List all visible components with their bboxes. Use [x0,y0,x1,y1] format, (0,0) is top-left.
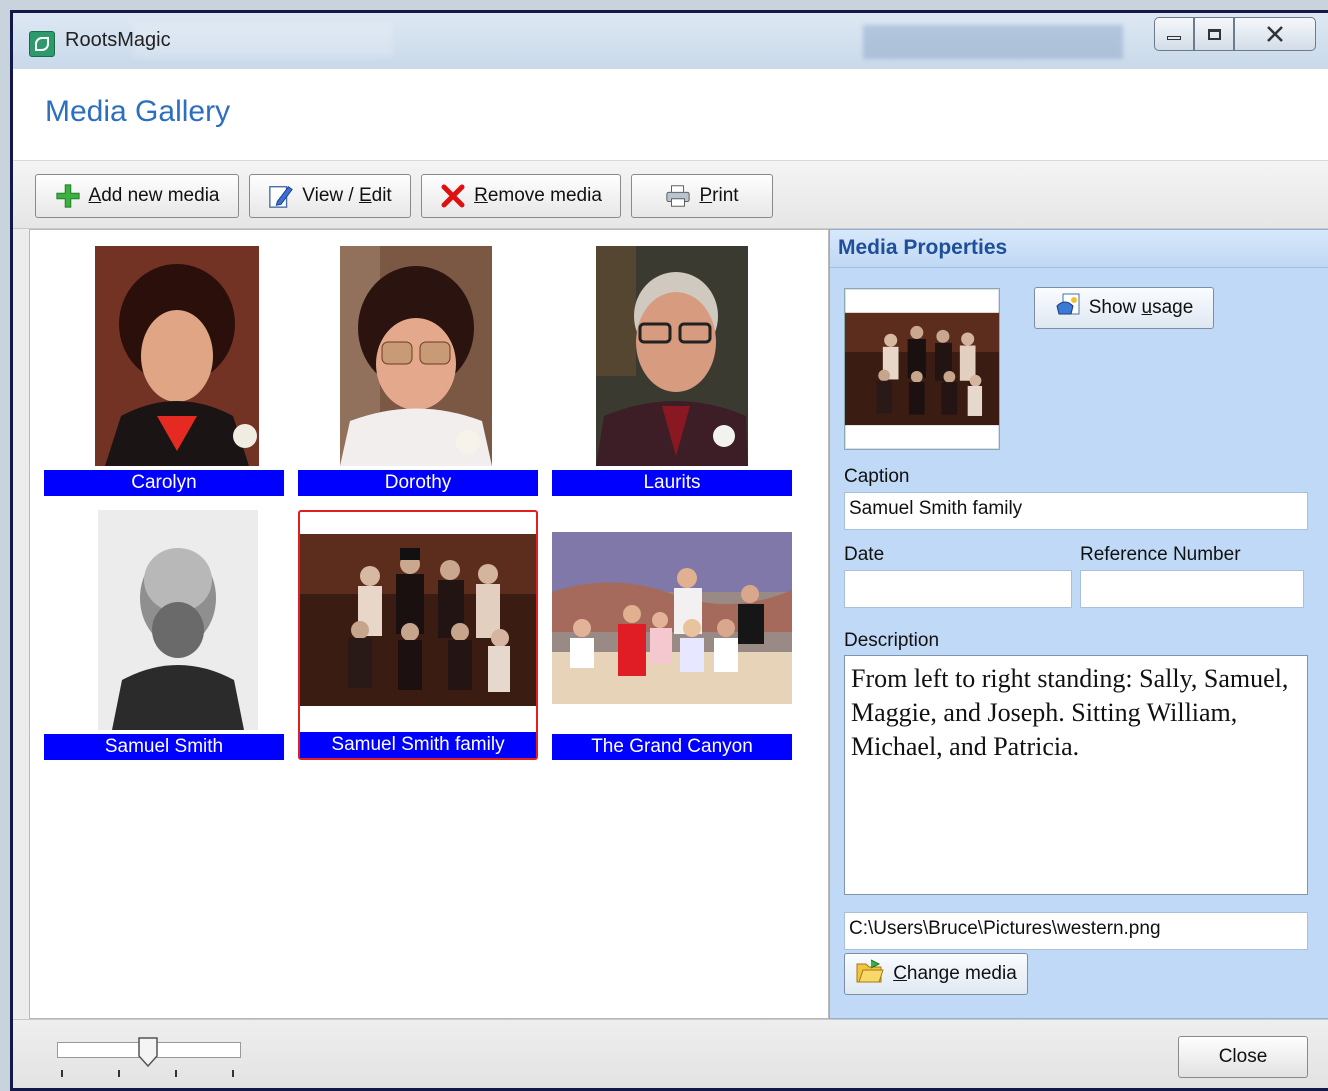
media-caption: Dorothy [298,470,538,496]
media-properties-header: Media Properties [830,230,1328,268]
description-label: Description [844,630,940,651]
photo-portrait [98,510,258,730]
edit-pencil-icon [268,183,294,209]
app-title: RootsMagic [65,29,171,51]
reference-number-label: Reference Number [1080,544,1241,565]
caption-label: Caption [844,466,910,487]
media-caption: Carolyn [44,470,284,496]
folder-open-icon [855,958,885,990]
remove-media-button[interactable]: Remove media [421,174,621,218]
window-controls [1154,17,1316,51]
zoom-slider-ticks [61,1070,241,1078]
reference-number-input[interactable] [1080,570,1304,608]
slider-thumb-icon [138,1037,158,1068]
title-bar[interactable]: RootsMagic [13,13,1328,69]
photo-landscape [552,532,792,704]
rootsmagic-app-icon [29,31,55,57]
media-caption: Samuel Smith [44,734,284,760]
change-media-label: Change media [893,963,1017,984]
maximize-icon [1207,28,1221,40]
media-thumbnail[interactable]: Laurits [552,246,792,496]
media-properties-title: Media Properties [838,236,1008,259]
show-usage-icon [1055,292,1081,324]
close-window-button[interactable] [1234,17,1316,51]
media-thumbnail[interactable]: Carolyn [44,246,284,496]
add-new-media-label: Add new media [88,185,220,206]
media-gallery[interactable]: Carolyn Dorothy Laurits Samuel Smith Sam… [29,229,829,1019]
red-x-icon [440,183,466,209]
date-label: Date [844,544,885,565]
plus-icon [55,183,81,209]
close-button[interactable]: Close [1178,1036,1308,1078]
photo-portrait [95,246,259,466]
file-path-input[interactable]: C:\Users\Bruce\Pictures\western.png [844,912,1308,950]
view-edit-label: View / Edit [302,185,392,206]
title-background-ghost [863,25,1123,59]
show-usage-button[interactable]: Show usage [1034,287,1214,329]
toolbar: Add new media View / Edit Remove media P… [13,161,1328,229]
date-input[interactable] [844,570,1072,608]
add-new-media-button[interactable]: Add new media [35,174,239,218]
photo-portrait [340,246,492,466]
printer-icon [665,183,691,209]
show-usage-label: Show usage [1088,297,1194,318]
print-button[interactable]: Print [631,174,773,218]
media-preview[interactable] [844,288,1000,450]
photo-portrait [596,246,748,466]
header: Media Gallery [13,69,1328,161]
app-window: RootsMagic Media Gallery Add new media V… [10,10,1328,1091]
minimize-icon [1167,36,1181,40]
media-thumbnail[interactable]: Samuel Smith [44,510,284,760]
media-thumbnail[interactable]: The Grand Canyon [552,510,792,760]
title-background-ghost [133,23,393,57]
dialog-content: Media Gallery Add new media View / Edit … [13,69,1328,1088]
print-label: Print [699,185,739,206]
photo-group [300,534,536,706]
caption-input[interactable]: Samuel Smith family [844,492,1308,530]
media-thumbnail[interactable]: Dorothy [298,246,538,496]
change-media-button[interactable]: Change media [844,953,1028,995]
media-caption: Samuel Smith family [300,732,536,758]
page-title: Media Gallery [45,95,231,128]
footer: Close [13,1019,1328,1088]
media-properties-panel: Media Properties Show usage Caption Samu… [829,229,1328,1019]
remove-media-label: Remove media [474,185,602,206]
media-thumbnail-selected[interactable]: Samuel Smith family [298,510,538,760]
description-textarea[interactable]: From left to right standing: Sally, Samu… [844,655,1308,895]
maximize-button[interactable] [1194,17,1234,51]
view-edit-button[interactable]: View / Edit [249,174,411,218]
media-caption: The Grand Canyon [552,734,792,760]
preview-photo [845,312,999,426]
minimize-button[interactable] [1154,17,1194,51]
media-caption: Laurits [552,470,792,496]
close-icon [1267,26,1283,42]
